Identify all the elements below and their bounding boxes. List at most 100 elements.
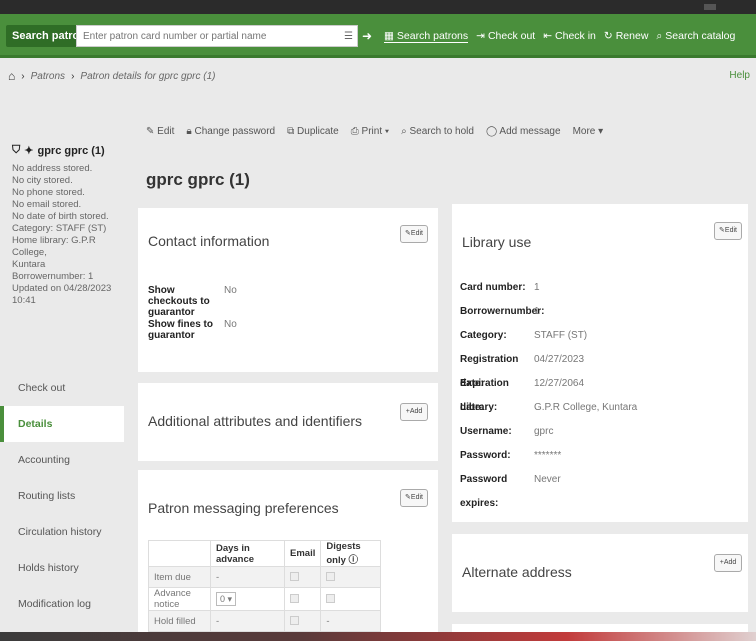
expiration-date-row: Expiration date: 12/27/2064 (460, 378, 585, 413)
additional-attributes-title: Additional attributes and identifiers (148, 413, 363, 429)
patron-phone: No phone stored. (12, 187, 85, 198)
patron-details: No address stored. No city stored. No ph… (12, 163, 124, 307)
breadcrumb-separator-icon: › (71, 70, 75, 82)
show-fines-row: Show fines to guarantor No (148, 319, 237, 341)
library-row: Library: G.P.R College, Kuntara (460, 402, 638, 413)
row-name: Hold filled (148, 610, 211, 632)
message-icon: ◯ (485, 126, 498, 137)
borrowernumber-row: Borrowernumber: 1 (460, 306, 545, 317)
nav-modification-log[interactable]: Modification log (0, 586, 124, 622)
library-use-panel: Library use ✎Edit Card number: 1 Borrower… (452, 204, 748, 522)
messaging-preferences-panel: Patron messaging preferences ✎Edit Days … (138, 470, 438, 641)
edit-button[interactable]: ✎ Edit (146, 126, 174, 137)
email-checkbox[interactable] (283, 587, 322, 611)
patron-info-card: ⛉ ✦ gprc gprc (1) No address stored. No ci… (0, 120, 124, 307)
renew-icon: ↻ (603, 30, 613, 42)
nav-routing-lists[interactable]: Routing lists (0, 478, 124, 514)
username-row: Username: gprc (460, 426, 554, 437)
alternate-address-title: Alternate address (462, 564, 572, 580)
page-title: gprc gprc (1) (146, 170, 250, 189)
digest-checkbox[interactable] (320, 587, 382, 611)
patron-updated: Updated on 04/28/2023 10:41 (12, 283, 112, 306)
show-checkouts-row: Show checkouts to guarantor No (148, 285, 237, 318)
nav-holds-history[interactable]: Holds history (0, 550, 124, 586)
nav-check-out[interactable]: Check out (0, 370, 124, 406)
nav-accounting[interactable]: Accounting (0, 442, 124, 478)
search-icon: ⌕ (656, 29, 663, 42)
messaging-edit-button[interactable]: ✎Edit (400, 489, 428, 507)
os-taskbar (0, 632, 756, 641)
patrons-icon: ▦ (384, 29, 394, 42)
help-link[interactable]: Help (729, 70, 750, 81)
registration-date-row: Registration date: 04/27/2023 (460, 354, 585, 389)
copy-icon: ⧉ (287, 126, 295, 137)
change-password-button[interactable]: 🔒︎ Change password (186, 126, 275, 137)
contact-information-panel: Contact information ✎Edit Show checkouts… (138, 208, 438, 372)
patron-category: Category: STAFF (ST) (12, 223, 107, 234)
duplicate-button[interactable]: ⧉ Duplicate (287, 126, 339, 137)
home-icon[interactable]: ⌂ (8, 69, 15, 83)
days-select[interactable]: 0 ▾ (210, 587, 285, 611)
messaging-header-row: Days in advance Email Digests only ⓘ (148, 540, 382, 567)
patron-nav: Check out Details Accounting Routing lis… (0, 370, 124, 622)
messaging-header-email: Email (283, 540, 322, 567)
nav-circulation-history[interactable]: Circulation history (0, 514, 124, 550)
more-button[interactable]: More ▾ (573, 126, 604, 137)
category-row: Category: STAFF (ST) (460, 330, 588, 341)
patron-search-input[interactable] (76, 25, 342, 47)
search-to-hold-button[interactable]: ⌕ Search to hold (401, 126, 474, 137)
chevron-down-icon: ▾ (227, 594, 233, 604)
contact-information-title: Contact information (148, 233, 270, 249)
patron-home-library-cont: Kuntara (12, 259, 46, 270)
nav-details[interactable]: Details (0, 406, 124, 442)
submit-arrow-icon[interactable]: ➜ (360, 25, 374, 47)
checkout-icon: ⇥ (476, 30, 485, 42)
search-icon: ⌕ (401, 126, 407, 137)
patron-name: ⛉ ✦ gprc gprc (1) (12, 144, 105, 157)
password-expires-row: Password expires: Never (460, 474, 561, 509)
add-message-button[interactable]: ◯ Add message (486, 126, 561, 137)
patron-address: No address stored. (12, 163, 93, 174)
alternate-add-button[interactable]: +Add (714, 554, 742, 572)
top-link-search-catalog[interactable]: ⌕ Search catalog (656, 30, 735, 43)
print-button[interactable]: ⎙ Print ▾ (351, 126, 389, 137)
shield-icon: ⛉ (12, 144, 21, 156)
row-days: - (210, 610, 285, 632)
top-link-renew[interactable]: ↻ Renew (604, 30, 649, 42)
additional-add-button[interactable]: +Add (400, 403, 428, 421)
top-search-bar: Search patrons ☰ ➜ ▦Search patrons ⇥Chec… (0, 14, 756, 58)
contact-edit-button[interactable]: ✎Edit (400, 225, 428, 243)
patron-email: No email stored. (12, 199, 82, 210)
printer-icon: ⎙ (350, 126, 359, 137)
breadcrumb-separator-icon: › (21, 70, 25, 82)
messaging-table: Days in advance Email Digests only ⓘ Ite… (148, 540, 382, 632)
top-link-check-out[interactable]: ⇥ Check out (476, 30, 535, 42)
top-link-search-patrons[interactable]: ▦ Search patrons (384, 29, 469, 43)
breadcrumb-patrons[interactable]: Patrons (31, 71, 65, 82)
additional-attributes-panel: Additional attributes and identifiers +A… (138, 383, 438, 461)
pencil-icon: ✎ (146, 126, 155, 137)
messaging-header-digests: Digests only ⓘ (320, 540, 382, 567)
top-links: ▦ Search patrons ⇥ Check out ⇤ Check in ↻ Re… (384, 25, 735, 47)
search-options-icon[interactable]: ☰ (340, 25, 358, 47)
patron-toolbar: ✎ Edit 🔒︎ Change password ⧉ Duplicate ⎙ … (146, 126, 603, 137)
password-row: Password: ******* (460, 450, 562, 461)
table-row: Item due - (148, 566, 382, 588)
sidebar: ⛉ ✦ gprc gprc (1) No address stored. No ci… (0, 120, 124, 641)
lock-icon: 🔒︎ (186, 126, 192, 137)
row-name: Advance notice (148, 587, 211, 611)
messaging-preferences-title: Patron messaging preferences (148, 500, 339, 516)
browser-control (704, 4, 716, 10)
messaging-header-name (148, 540, 211, 567)
table-row: Hold filled - - (148, 610, 382, 632)
patron-home-library: Home library: G.P.R College, (12, 235, 96, 258)
library-use-title: Library use (462, 234, 532, 250)
top-link-check-in[interactable]: ⇤ Check in (543, 30, 596, 42)
row-digest: - (320, 610, 382, 632)
library-edit-button[interactable]: ✎Edit (714, 222, 742, 240)
star-icon: ✦ (24, 145, 34, 157)
email-checkbox[interactable] (283, 566, 322, 588)
checkin-icon: ⇤ (543, 30, 553, 42)
digest-checkbox[interactable] (320, 566, 382, 588)
email-checkbox[interactable] (283, 610, 322, 632)
